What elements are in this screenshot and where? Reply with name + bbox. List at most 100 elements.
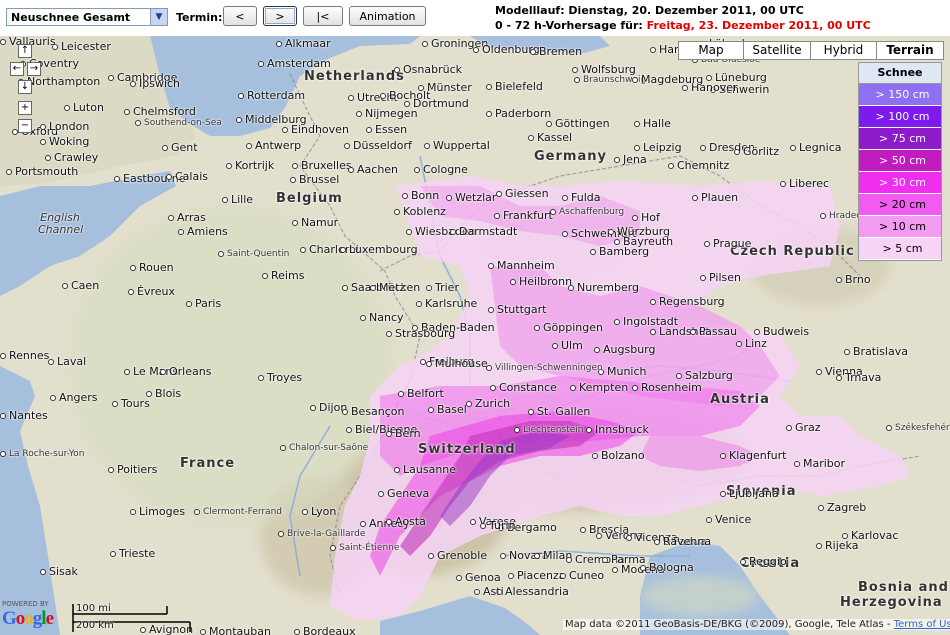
city-label: Karlsruhe <box>416 298 477 310</box>
city-dot-icon <box>416 301 422 307</box>
city-label: Bern <box>386 428 421 440</box>
product-select[interactable]: Neuschnee Gesamt ▼ <box>6 8 168 26</box>
city-label: Eindhoven <box>282 124 349 136</box>
city-name: Laval <box>57 355 87 368</box>
city-name: Dortmund <box>413 97 469 110</box>
legend-title: Schnee <box>859 63 941 84</box>
city-label: Piacenza <box>508 570 566 582</box>
city-label: Trnava <box>836 372 881 384</box>
city-name: Liberec <box>789 177 830 190</box>
city-label: Aachen <box>348 164 398 176</box>
city-name: Rosenheim <box>641 381 702 394</box>
city-name: Bayreuth <box>623 235 674 248</box>
maptype-map-button[interactable]: Map <box>678 41 744 60</box>
first-button[interactable]: |< <box>303 6 343 26</box>
animation-button[interactable]: Animation <box>349 6 426 26</box>
city-name: Osnabrück <box>403 63 462 76</box>
city-name: Limoges <box>139 505 186 518</box>
city-name: Augsburg <box>603 343 656 356</box>
city-label: Kempten <box>570 382 628 394</box>
google-logo[interactable]: POWERED BY Google <box>2 600 54 630</box>
zoom-out-icon[interactable]: − <box>18 119 32 133</box>
city-dot-icon <box>568 285 574 291</box>
city-dot-icon <box>786 425 792 431</box>
city-name: Stuttgart <box>497 303 547 316</box>
city-dot-icon <box>402 193 408 199</box>
city-dot-icon <box>720 491 726 497</box>
city-dot-icon <box>654 539 660 545</box>
city-dot-icon <box>486 364 492 371</box>
city-label: Mannheim <box>488 260 555 272</box>
city-label: Limoges <box>130 506 185 518</box>
city-name: Prague <box>713 237 752 250</box>
city-name: Bielefeld <box>495 80 543 93</box>
city-dot-icon <box>64 105 70 111</box>
previous-button[interactable]: < <box>223 6 257 26</box>
pan-down-icon[interactable]: ↓ <box>18 80 32 94</box>
city-dot-icon <box>344 143 350 149</box>
city-dot-icon <box>592 453 598 459</box>
city-dot-icon <box>720 453 726 459</box>
city-dot-icon <box>40 569 46 575</box>
city-label: Darmstadt <box>450 226 517 238</box>
next-button[interactable]: > <box>263 6 297 26</box>
city-name: Leipzig <box>643 141 682 154</box>
pan-right-icon[interactable]: → <box>27 62 41 76</box>
city-label: Évreux <box>128 286 175 298</box>
city-name: Zurich <box>475 397 511 410</box>
city-label: Rotterdam <box>238 90 305 102</box>
city-dot-icon <box>530 49 536 55</box>
city-label: Antwerp <box>246 140 301 152</box>
city-label: Liberec <box>780 178 829 190</box>
city-dot-icon <box>496 191 502 197</box>
legend-item: > 75 cm <box>859 128 941 150</box>
city-dot-icon <box>386 331 392 337</box>
city-name: Bern <box>395 427 421 440</box>
city-name: Ljubljana <box>729 487 779 500</box>
maptype-terrain-button[interactable]: Terrain <box>876 41 944 60</box>
city-name: Amiens <box>187 225 228 238</box>
city-dot-icon <box>404 101 410 107</box>
city-dot-icon <box>356 111 362 117</box>
city-name: Kassel <box>537 131 573 144</box>
city-label: Göppingen <box>534 322 603 334</box>
city-label: Asti <box>474 586 504 598</box>
city-label: Innsbruck <box>586 424 649 436</box>
city-name: Klagenfurt <box>729 449 787 462</box>
city-dot-icon <box>640 565 646 571</box>
terms-link[interactable]: Terms of Use <box>894 619 950 630</box>
city-label: Halle <box>634 118 671 130</box>
pan-left-icon[interactable]: ← <box>10 62 24 76</box>
city-name: Caen <box>71 279 100 292</box>
city-label: Calais <box>166 171 208 183</box>
city-label: Bologna <box>640 562 694 574</box>
city-label: Plauen <box>692 192 738 204</box>
city-name: Grenoble <box>437 549 488 562</box>
city-name: Luton <box>73 101 104 114</box>
city-dot-icon <box>528 135 534 141</box>
city-dot-icon <box>510 279 516 285</box>
city-label: Aosta <box>386 516 426 528</box>
maptype-satellite-button[interactable]: Satellite <box>743 41 811 60</box>
city-label: Clermont-Ferrand <box>194 506 282 518</box>
city-label: Mulhouse <box>426 358 488 370</box>
maptype-hybrid-button[interactable]: Hybrid <box>810 41 877 60</box>
city-name: Alkmaar <box>285 37 331 50</box>
city-name: Aschaffenburg <box>559 207 625 217</box>
map-canvas[interactable]: Netherlands Belgium Germany France Switz… <box>0 36 950 635</box>
city-dot-icon <box>0 39 6 45</box>
city-name: Paderborn <box>495 107 552 120</box>
zoom-in-icon[interactable]: + <box>18 101 32 115</box>
city-dot-icon <box>706 517 712 523</box>
pan-up-icon[interactable]: ↑ <box>18 44 32 58</box>
city-name: Northampton <box>27 75 101 88</box>
city-dot-icon <box>634 121 640 127</box>
city-dot-icon <box>238 93 244 99</box>
city-dot-icon <box>470 519 476 525</box>
city-dot-icon <box>40 124 46 130</box>
city-label: Crawley <box>45 152 98 164</box>
city-dot-icon <box>414 167 420 173</box>
chevron-down-icon[interactable]: ▼ <box>150 9 167 25</box>
powered-by: POWERED BY <box>2 600 49 608</box>
city-dot-icon <box>614 319 620 325</box>
